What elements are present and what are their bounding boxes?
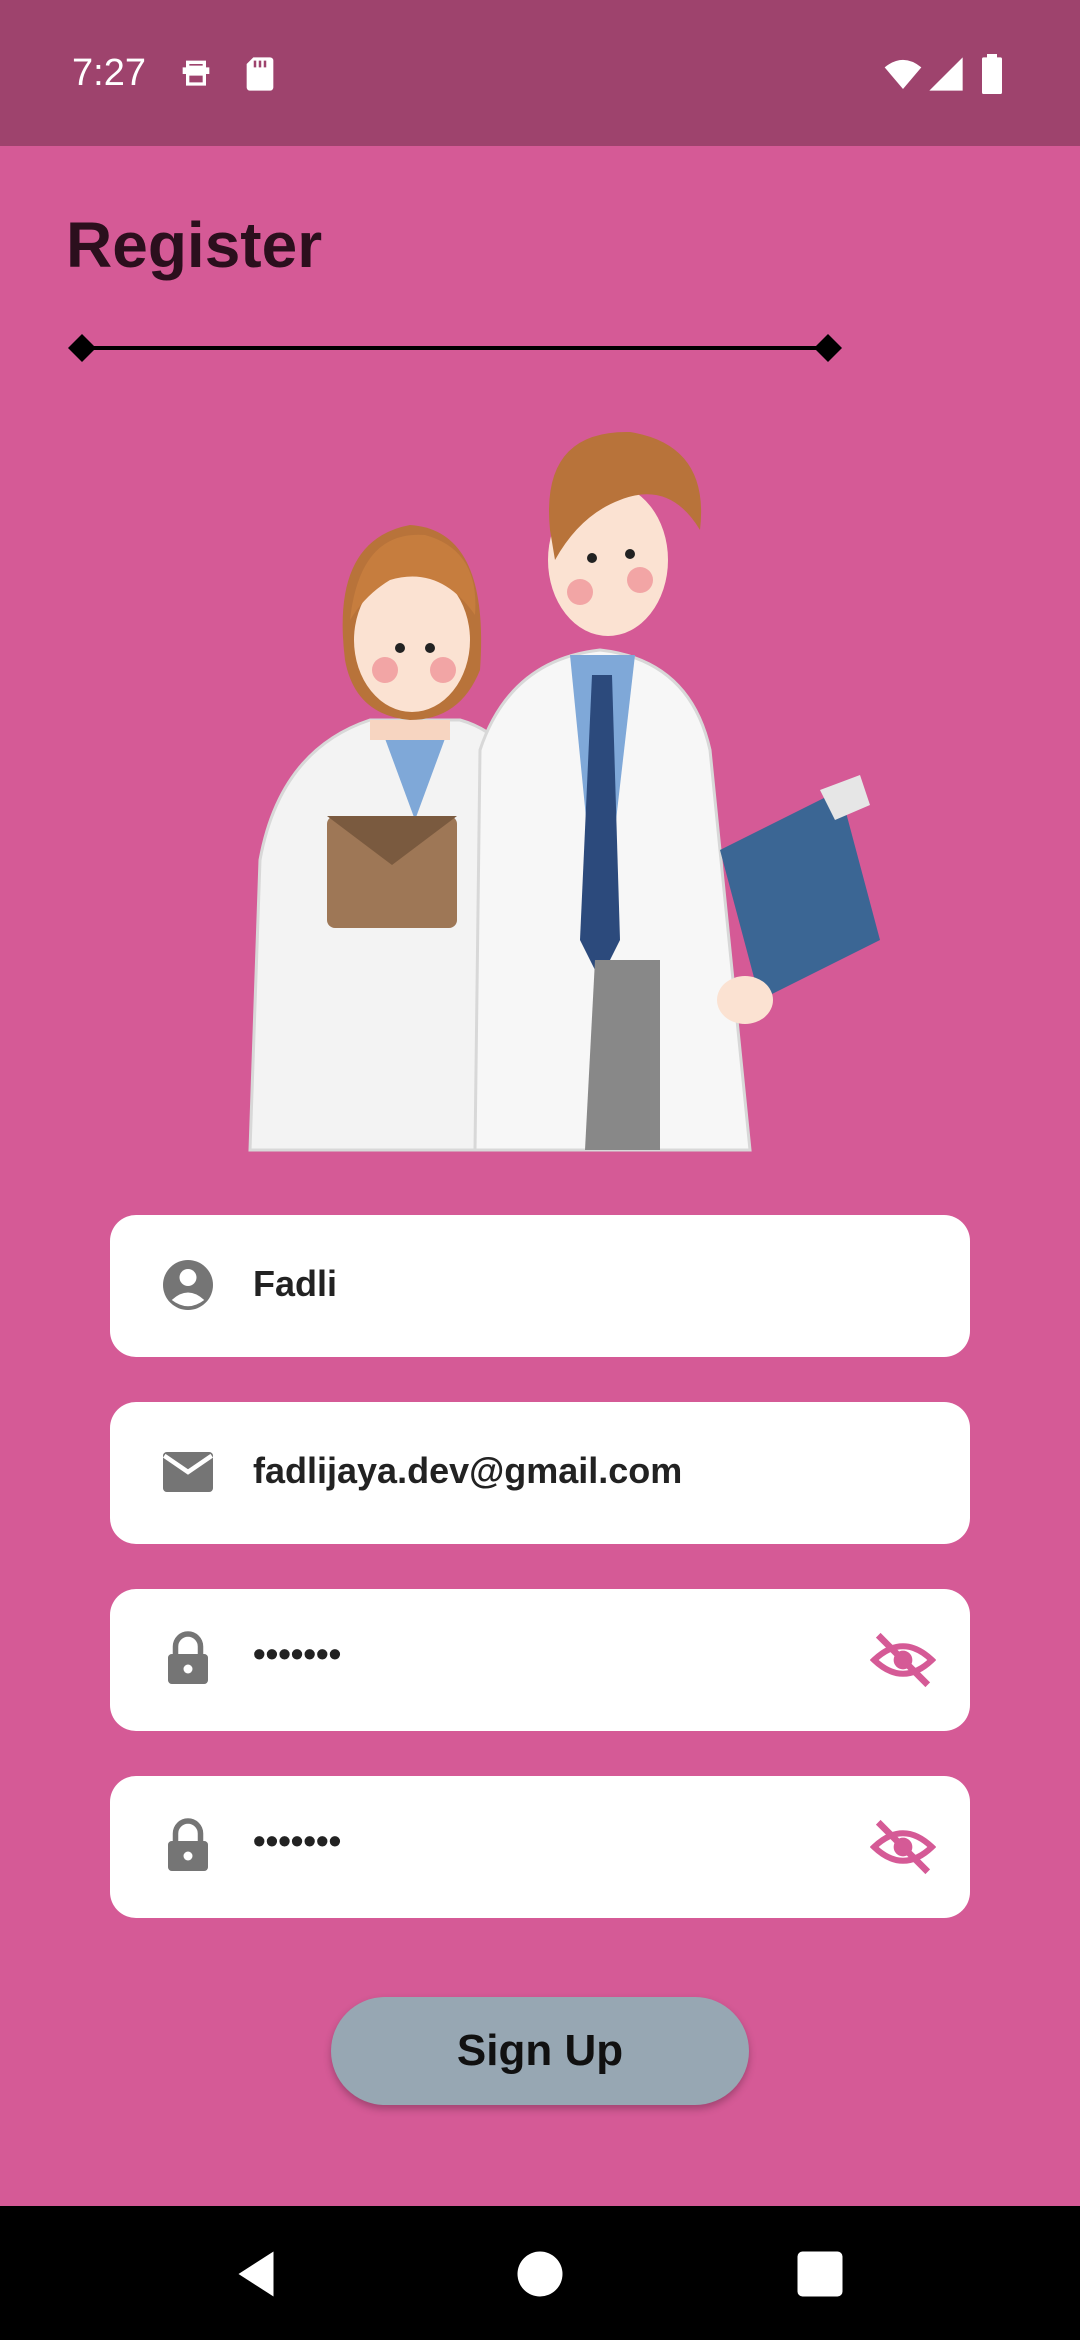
sign-up-button[interactable]: Sign Up: [331, 1997, 749, 2105]
eye-off-icon[interactable]: [870, 1814, 936, 1880]
name-value: Fadli: [253, 1263, 338, 1304]
confirm-password-value: •••••••: [253, 1820, 342, 1861]
navigation-bar: [0, 2206, 1080, 2340]
title-divider: [68, 334, 842, 362]
mail-icon: [162, 1452, 214, 1492]
confirm-password-field[interactable]: •••••••: [110, 1776, 970, 1918]
back-icon[interactable]: [226, 2244, 286, 2304]
battery-icon: [982, 54, 1002, 94]
email-value: fadlijaya.dev@gmail.com: [253, 1450, 683, 1491]
recents-icon[interactable]: [790, 2244, 850, 2304]
account-circle-icon: [163, 1260, 213, 1310]
lock-icon: [168, 1818, 208, 1871]
signal-icon: [929, 57, 963, 91]
email-field[interactable]: fadlijaya.dev@gmail.com: [110, 1402, 970, 1544]
page-title: Register: [66, 209, 323, 281]
doctors-illustration: [248, 431, 880, 1152]
status-bar: 7:27: [0, 0, 1080, 146]
status-time: 7:27: [72, 52, 146, 94]
home-icon[interactable]: [510, 2244, 570, 2304]
sd-card-icon: [246, 57, 274, 91]
wifi-icon: [884, 59, 922, 89]
eye-off-icon[interactable]: [870, 1627, 936, 1693]
password-field[interactable]: •••••••: [110, 1589, 970, 1731]
name-field[interactable]: Fadli: [110, 1215, 970, 1357]
lock-icon: [168, 1631, 208, 1684]
notification-icon: [182, 60, 210, 86]
password-value: •••••••: [253, 1633, 342, 1674]
